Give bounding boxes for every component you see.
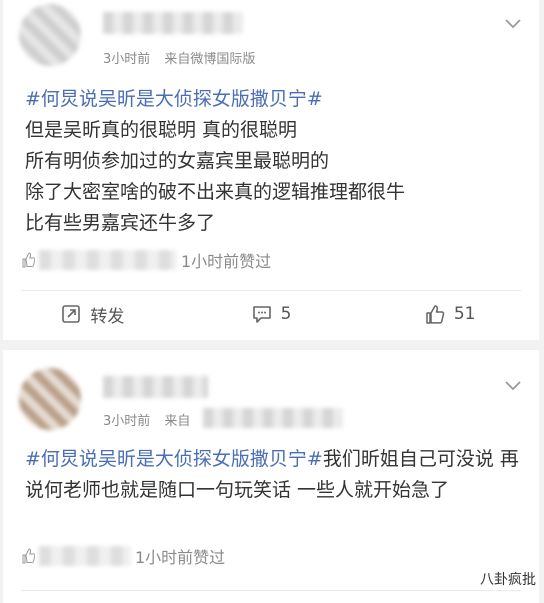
post-line: 比有些男嘉宾还牛多了: [25, 212, 216, 234]
liked-time: 1小时前赞过: [135, 548, 226, 567]
post-source: 来自: [164, 414, 191, 429]
repost-button[interactable]: 转发: [3, 300, 182, 328]
action-bar: 转发 5 51: [3, 300, 539, 328]
post-time: 3小时前: [103, 52, 151, 67]
liked-by-row: 1小时前赞过: [21, 248, 271, 272]
post-source: 来自微博国际版: [164, 52, 256, 67]
post-line: 但是吴昕真的很聪明 真的很聪明: [25, 119, 298, 141]
thumbs-up-icon: [22, 252, 35, 268]
username-blurred[interactable]: [103, 12, 243, 34]
repost-label: 转发: [90, 306, 125, 327]
post-body: #何炅说吴昕是大侦探女版撒贝宁#我们昕姐自己可没说 再说何老师也就是随口一句玩笑…: [25, 444, 521, 506]
like-count: 51: [453, 304, 476, 324]
liked-time: 1小时前赞过: [181, 252, 272, 271]
chevron-down-icon[interactable]: [502, 374, 524, 396]
like-button[interactable]: 51: [360, 300, 539, 328]
post-meta: 3小时前 来自: [103, 410, 200, 429]
username-blurred[interactable]: [103, 376, 208, 398]
comment-icon: [252, 306, 271, 323]
avatar[interactable]: [19, 4, 81, 66]
post-time: 3小时前: [103, 414, 151, 429]
post-line: 除了大密室啥的破不出来真的逻辑推理都很牛: [25, 181, 406, 203]
comment-count: 5: [280, 304, 292, 324]
avatar[interactable]: [19, 368, 81, 430]
comment-button[interactable]: 5: [182, 300, 361, 328]
like-icon: [426, 305, 445, 324]
divider: [21, 290, 521, 291]
post-card-2: 3小时前 来自 #何炅说吴昕是大侦探女版撒贝宁#我们昕姐自己可没说 再说何老师也…: [3, 350, 539, 603]
repost-icon: [62, 305, 81, 323]
post-body: #何炅说吴昕是大侦探女版撒贝宁# 但是吴昕真的很聪明 真的很聪明 所有明侦参加过…: [25, 84, 521, 239]
liked-by-row: 1小时前赞过: [21, 544, 225, 568]
divider: [21, 590, 521, 591]
chevron-down-icon[interactable]: [502, 12, 524, 34]
hashtag-link[interactable]: #何炅说吴昕是大侦探女版撒贝宁#: [25, 448, 323, 470]
hashtag-link[interactable]: #何炅说吴昕是大侦探女版撒贝宁#: [25, 88, 323, 110]
source-blurred: [203, 408, 343, 428]
watermark: 八卦疯批: [480, 572, 536, 588]
liked-by-user-blurred[interactable]: [39, 546, 131, 566]
post-meta: 3小时前 来自微博国际版: [103, 48, 265, 67]
post-line: 所有明侦参加过的女嘉宾里最聪明的: [25, 150, 330, 172]
post-card-1: 3小时前 来自微博国际版 #何炅说吴昕是大侦探女版撒贝宁# 但是吴昕真的很聪明 …: [3, 0, 539, 340]
thumbs-up-icon: [22, 548, 35, 564]
liked-by-user-blurred[interactable]: [39, 250, 177, 270]
